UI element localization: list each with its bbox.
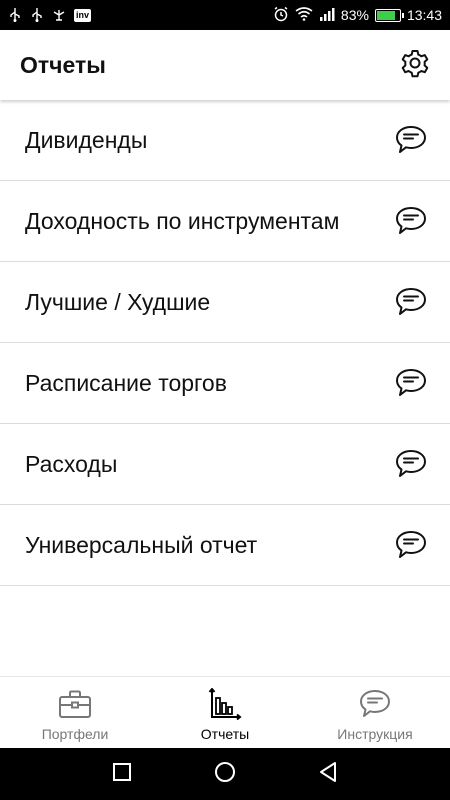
tab-reports[interactable]: Отчеты (150, 677, 300, 748)
system-indicators: 83% 13:43 (273, 6, 442, 25)
app-bar: Отчеты (0, 30, 450, 100)
report-item-trading-schedule[interactable]: Расписание торгов (0, 343, 450, 424)
report-item-expenses[interactable]: Расходы (0, 424, 450, 505)
tab-instructions[interactable]: Инструкция (300, 677, 450, 748)
chat-bubble-icon[interactable] (394, 204, 428, 238)
report-item-best-worst[interactable]: Лучшие / Худшие (0, 262, 450, 343)
alarm-icon (273, 6, 289, 25)
chat-bubble-icon[interactable] (394, 123, 428, 157)
debug-icon (52, 8, 66, 22)
usb-icon (8, 8, 22, 22)
report-label: Расписание торгов (25, 370, 227, 396)
triangle-back-icon (317, 761, 339, 788)
system-nav-bar (0, 748, 450, 800)
chat-bubble-icon[interactable] (394, 447, 428, 481)
bottom-nav: Портфели Отчеты Инструкция (0, 676, 450, 748)
report-label: Доходность по инструментам (25, 208, 340, 234)
chat-bubble-icon[interactable] (394, 285, 428, 319)
battery-percent: 83% (340, 7, 369, 23)
recents-button[interactable] (102, 754, 142, 794)
clock: 13:43 (406, 7, 442, 23)
settings-button[interactable] (398, 48, 432, 82)
battery-icon (374, 8, 404, 22)
briefcase-icon (58, 688, 92, 720)
circle-icon (213, 760, 237, 789)
tab-label: Инструкция (337, 725, 413, 742)
bar-chart-icon (208, 687, 242, 720)
gear-icon (399, 47, 431, 84)
chat-bubble-icon[interactable] (394, 528, 428, 562)
tab-label: Портфели (41, 725, 109, 742)
chat-bubble-icon (358, 688, 392, 720)
report-label: Лучшие / Худшие (25, 289, 211, 315)
report-item-returns[interactable]: Доходность по инструментам (0, 181, 450, 262)
notification-icons: inv (8, 8, 92, 22)
report-item-dividends[interactable]: Дивиденды (0, 100, 450, 181)
signal-icon (319, 7, 335, 24)
report-label: Универсальный отчет (25, 532, 258, 558)
tab-portfolios[interactable]: Портфели (0, 677, 150, 748)
wifi-icon (295, 6, 313, 24)
page-title: Отчеты (20, 51, 106, 78)
back-button[interactable] (308, 754, 348, 794)
report-label: Расходы (25, 451, 118, 477)
report-item-universal[interactable]: Универсальный отчет (0, 505, 450, 586)
chat-bubble-icon[interactable] (394, 366, 428, 400)
report-label: Дивиденды (25, 127, 148, 153)
app-notification-badge: inv (74, 8, 92, 22)
usb-icon (30, 8, 44, 22)
square-icon (112, 762, 132, 787)
home-button[interactable] (205, 754, 245, 794)
status-bar: inv 83% 13:43 (0, 0, 450, 30)
report-list: Дивиденды Доходность по инструментам Луч… (0, 100, 450, 586)
tab-label: Отчеты (200, 725, 250, 742)
battery-fill (376, 10, 396, 20)
